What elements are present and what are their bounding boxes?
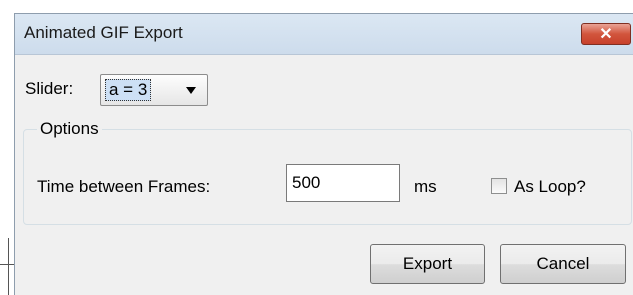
as-loop-checkbox[interactable] [491,178,507,194]
time-between-frames-label: Time between Frames: [37,177,211,196]
as-loop-label[interactable]: As Loop? [514,177,586,197]
cancel-button-label: Cancel [536,254,590,273]
close-icon: ✕ [599,26,613,43]
slider-selected-value: a = 3 [105,79,152,101]
options-legend: Options [37,119,102,139]
connector-line [0,264,14,265]
title-bar[interactable]: Animated GIF Export ✕ [15,14,633,55]
cancel-button[interactable]: Cancel [500,244,626,284]
time-between-frames-input[interactable] [286,164,400,202]
window-title: Animated GIF Export [24,23,183,42]
close-button[interactable]: ✕ [581,23,631,45]
options-group: Options Time between Frames: ms As Loop? [23,119,632,225]
chevron-down-icon [186,87,196,94]
ms-unit-label: ms [414,177,437,196]
export-button[interactable]: Export [370,244,485,284]
connector-line-vertical [8,238,9,295]
gif-export-dialog: Animated GIF Export ✕ Slider: a = 3 Opti… [14,13,633,295]
slider-dropdown[interactable]: a = 3 [100,74,208,106]
export-button-label: Export [402,254,453,273]
slider-label: Slider: [25,79,74,98]
